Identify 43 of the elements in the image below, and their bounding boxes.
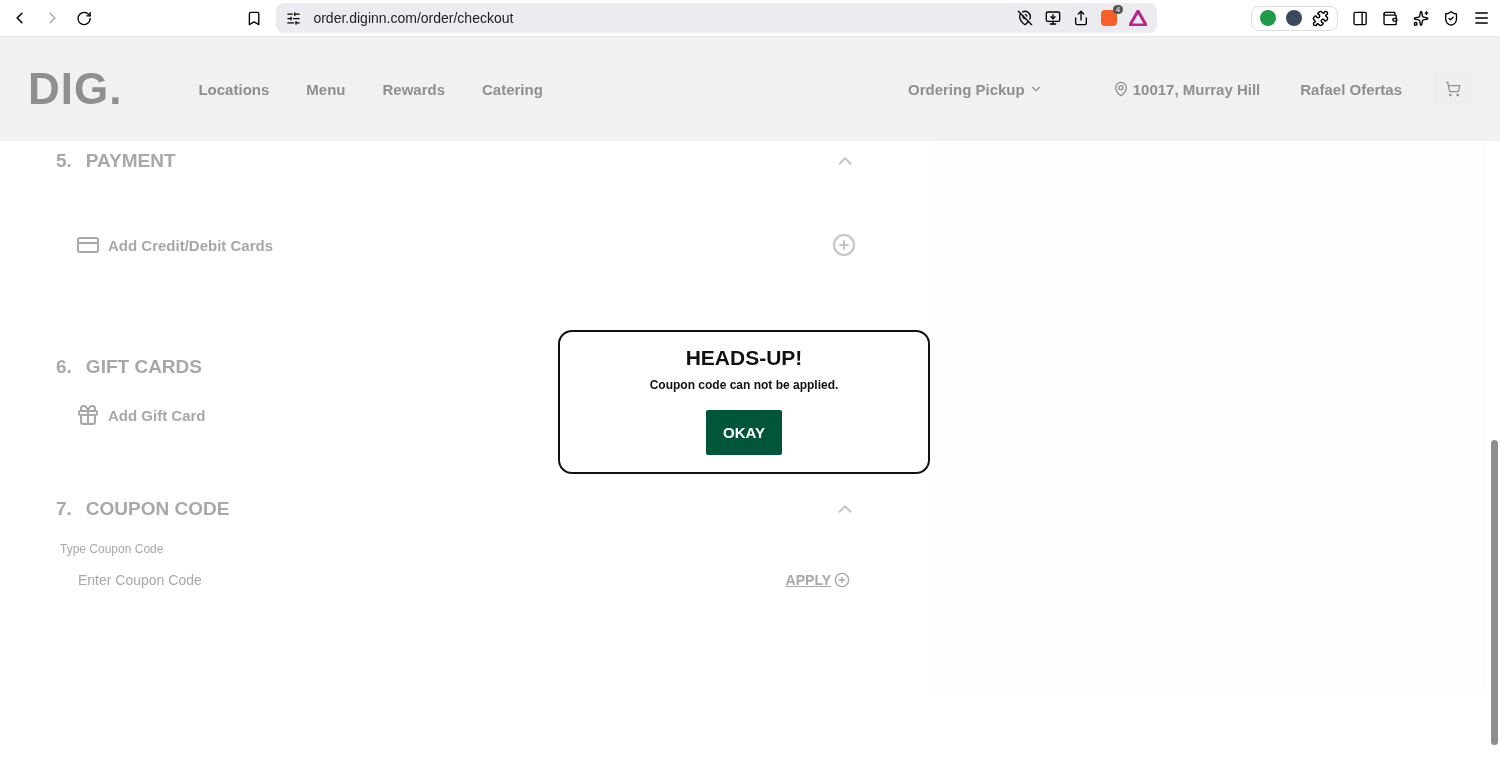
nav-link[interactable]: Catering (482, 80, 543, 98)
pin-icon (1112, 81, 1129, 97)
install-icon[interactable] (1045, 10, 1062, 26)
triangle-icon[interactable] (1129, 10, 1148, 26)
add-card-link[interactable]: Add Credit/Debit Cards (76, 233, 273, 257)
section-title: COUPON CODE (85, 498, 230, 520)
section-number: 7. (56, 498, 72, 520)
extension-icon[interactable] (1286, 10, 1303, 26)
add-gift-card-link[interactable]: Add Gift Card (76, 403, 206, 427)
section-title: GIFT CARDS (85, 356, 202, 378)
site-settings-icon[interactable] (286, 10, 302, 26)
sparkle-icon[interactable] (1412, 9, 1429, 27)
share-icon[interactable] (1073, 10, 1090, 26)
logo: DIG. (28, 64, 123, 114)
field-label: Type Coupon Code (59, 542, 164, 556)
puzzle-icon[interactable] (1312, 9, 1330, 27)
coupon-input[interactable]: Enter Coupon Code (76, 571, 780, 589)
reload-icon[interactable] (76, 9, 93, 27)
cart-button[interactable] (1434, 70, 1472, 108)
cart-icon (1445, 81, 1461, 97)
okay-button[interactable]: OKAY (706, 410, 782, 455)
apply-button[interactable]: APPLY (779, 571, 856, 589)
section-title: PAYMENT (85, 150, 176, 172)
menu-icon[interactable] (1472, 9, 1491, 27)
location-link[interactable]: 10017, Murray Hill (1112, 80, 1261, 98)
ordering-mode-dropdown[interactable]: Ordering Pickup (908, 80, 1043, 98)
sidebar-icon[interactable] (1352, 9, 1369, 27)
nav-link[interactable]: Rewards (382, 80, 445, 98)
nav-link[interactable]: Locations (198, 80, 270, 98)
location-off-icon[interactable] (1017, 10, 1034, 26)
section-number: 5. (56, 150, 72, 172)
dialog-title: HEADS-UP! (685, 346, 803, 370)
nav-link[interactable]: Menu (306, 80, 346, 98)
wallet-icon[interactable] (1382, 9, 1399, 27)
user-link[interactable]: Rafael Ofertas (1300, 80, 1402, 98)
dialog-message: Coupon code can not be applied. (649, 378, 839, 392)
gift-icon (76, 403, 100, 427)
section-number: 6. (56, 356, 72, 378)
vpn-icon[interactable] (1442, 9, 1459, 27)
scrollbar[interactable] (1491, 440, 1498, 745)
add-icon (834, 572, 850, 588)
address-bar[interactable]: order.diginn.com/order/checkout 4 (276, 3, 1158, 33)
count-badge: 4 (1112, 5, 1124, 14)
